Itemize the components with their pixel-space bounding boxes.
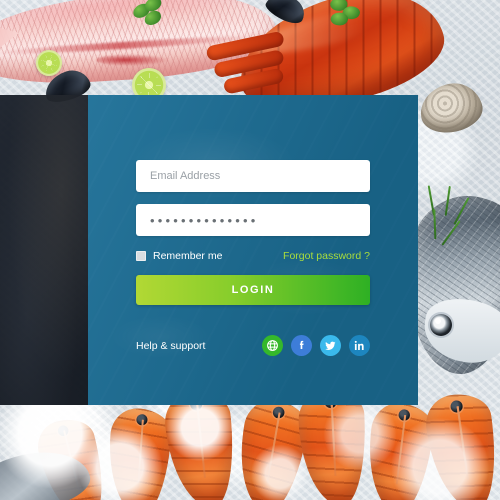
sea-bass-eye: [430, 314, 452, 336]
help-and-support-link[interactable]: Help & support: [136, 340, 205, 352]
shrimp: [162, 388, 240, 500]
facebook-icon[interactable]: [291, 335, 312, 356]
form-options-row: Remember me Forgot password ?: [136, 248, 370, 264]
intro-panel: OD abore et m veniam, cons. Duis te veli…: [0, 95, 88, 405]
globe-icon[interactable]: [262, 335, 283, 356]
remember-me-label: Remember me: [153, 250, 223, 262]
intro-paragraph-1: abore et m veniam,: [0, 192, 84, 207]
login-panel: Remember me Forgot password ? LOGIN Help…: [88, 95, 418, 405]
remember-me-checkbox[interactable]: Remember me: [136, 250, 222, 262]
forgot-password-link[interactable]: Forgot password ?: [283, 250, 370, 262]
intro-paragraph-2: cons. Duis te velit esse: [0, 223, 84, 238]
email-field[interactable]: [136, 160, 370, 192]
panel-footer: Help & support: [136, 335, 370, 356]
social-links: [262, 335, 370, 356]
linkedin-icon[interactable]: [349, 335, 370, 356]
intro-heading: OD: [0, 155, 88, 172]
password-field[interactable]: [136, 204, 370, 236]
checkbox-icon: [136, 251, 146, 261]
snapper-gill-mark: [96, 54, 170, 66]
login-button[interactable]: LOGIN: [136, 275, 370, 305]
twitter-icon[interactable]: [320, 335, 341, 356]
shrimp: [422, 389, 500, 500]
shrimp: [297, 388, 369, 500]
shrimp: [104, 406, 174, 500]
